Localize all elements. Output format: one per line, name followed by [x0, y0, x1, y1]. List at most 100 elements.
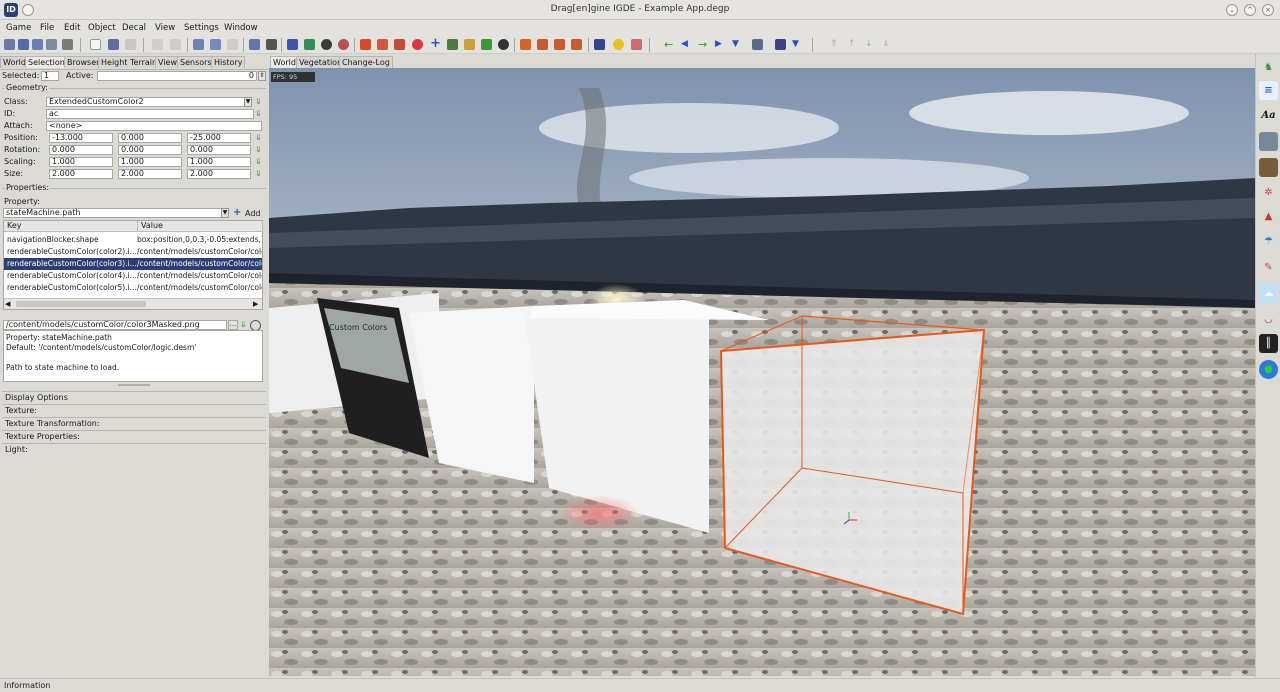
path-field[interactable]: /content/models/customColor/color3Masked… — [3, 320, 227, 330]
sky-icon[interactable]: ☂ — [1259, 232, 1278, 251]
cut-icon[interactable] — [62, 39, 73, 50]
new-file-icon[interactable] — [90, 39, 101, 50]
globe-icon[interactable]: ● — [1259, 360, 1278, 379]
add-icon[interactable]: + — [233, 207, 241, 218]
arrow-right-icon[interactable]: → — [698, 39, 709, 50]
rocket-icon[interactable]: ▲ — [1259, 207, 1278, 226]
menu-settings[interactable]: Settings — [184, 23, 219, 33]
id-field[interactable]: ac — [46, 109, 254, 119]
select-mode-icon[interactable] — [287, 39, 298, 50]
attach-field[interactable]: <none> — [46, 121, 262, 131]
open-file-icon[interactable] — [108, 39, 119, 50]
local-axis-icon[interactable] — [412, 39, 423, 50]
section-texture-transformation[interactable]: Texture Transformation: — [2, 417, 266, 429]
size-menu-icon[interactable]: ⇓ — [255, 169, 263, 179]
mute-icon[interactable] — [631, 39, 642, 50]
add-property-button[interactable]: Add — [245, 209, 261, 218]
align-center-icon[interactable] — [537, 39, 548, 50]
align-right-icon[interactable] — [554, 39, 565, 50]
delete-icon[interactable] — [266, 39, 277, 50]
class-dropdown-icon[interactable]: ▼ — [244, 97, 252, 107]
clock-icon[interactable] — [498, 39, 509, 50]
distribute-icon[interactable] — [571, 39, 582, 50]
piano-icon[interactable]: ║ — [1259, 334, 1278, 353]
navspace-icon[interactable] — [464, 39, 475, 50]
maximize-button[interactable]: ^ — [1244, 4, 1256, 16]
position-x[interactable]: -13.000 — [49, 133, 113, 143]
horizontal-scrollbar[interactable]: ◀ ▶ — [4, 298, 262, 309]
move-mode-icon[interactable] — [304, 39, 315, 50]
font-icon[interactable]: Aa — [1259, 106, 1278, 125]
active-spin[interactable]: 0 — [97, 71, 257, 81]
tab-browser[interactable]: Browser — [64, 56, 103, 68]
close-button[interactable]: × — [1262, 4, 1274, 16]
rotation-x[interactable]: 0.000 — [49, 145, 113, 155]
splitter-handle[interactable] — [118, 384, 150, 386]
undo-icon[interactable] — [152, 39, 163, 50]
id-menu-icon[interactable]: ⇓ — [255, 109, 263, 119]
open-game-icon[interactable] — [18, 39, 29, 50]
column-key[interactable]: Key — [4, 221, 138, 232]
table-row[interactable]: renderableCustomColor(color4).i.../conte… — [4, 270, 262, 282]
up-icon[interactable]: ↑ — [848, 39, 859, 50]
tab-history[interactable]: History — [211, 56, 246, 68]
rotation-menu-icon[interactable]: ⇓ — [255, 145, 263, 155]
down-arrow-icon[interactable]: ↓ — [865, 39, 876, 50]
property-combo[interactable]: stateMachine.path — [3, 208, 229, 218]
tab-vegetation[interactable]: Vegetation — [296, 56, 346, 68]
section-texture-properties[interactable]: Texture Properties: — [2, 430, 266, 442]
synthesizer-icon[interactable] — [1259, 158, 1278, 177]
menu-view[interactable]: View — [155, 23, 175, 33]
menu-edit[interactable]: Edit — [64, 23, 80, 33]
copy-icon[interactable] — [193, 39, 204, 50]
class-combo[interactable]: ExtendedCustomColor2 — [46, 97, 252, 107]
scaling-z[interactable]: 1.000 — [187, 157, 251, 167]
tab-world-view[interactable]: World — [270, 56, 299, 68]
scrollbar-thumb[interactable] — [16, 301, 146, 307]
size-y[interactable]: 2.000 — [118, 169, 182, 179]
scaling-y[interactable]: 1.000 — [118, 157, 182, 167]
vegetation-icon[interactable] — [481, 39, 492, 50]
speech-icon[interactable]: ≡ — [1259, 81, 1278, 100]
lock-y-icon[interactable] — [377, 39, 388, 50]
lock-z-icon[interactable] — [394, 39, 405, 50]
menu-file[interactable]: File — [40, 23, 54, 33]
particle-icon[interactable]: ✲ — [1259, 183, 1278, 202]
new-game-icon[interactable] — [4, 39, 15, 50]
table-row-selected[interactable]: renderableCustomColor(color3).i.../conte… — [4, 258, 262, 270]
position-menu-icon[interactable]: ⇓ — [255, 133, 263, 143]
rotation-y[interactable]: 0.000 — [118, 145, 182, 155]
walker-icon[interactable]: ♞ — [1259, 58, 1278, 77]
position-z[interactable]: -25.000 — [187, 133, 251, 143]
property-dropdown-icon[interactable]: ▼ — [221, 208, 229, 218]
tab-sensors[interactable]: Sensors — [177, 56, 215, 68]
table-row[interactable]: renderableCustomColor(color5).i.../conte… — [4, 282, 262, 294]
position-y[interactable]: 0.000 — [118, 133, 182, 143]
redo-icon[interactable] — [170, 39, 181, 50]
prev-icon[interactable]: ◀ — [681, 39, 692, 50]
table-row[interactable]: renderableCustomColor(color2).i.../conte… — [4, 246, 262, 258]
lock-x-icon[interactable] — [360, 39, 371, 50]
browse-button[interactable]: ... — [228, 320, 238, 330]
world-viewport[interactable]: Custom Colors FPS: 95 — [269, 68, 1255, 676]
drop-icon[interactable]: ▼ — [792, 39, 803, 50]
menu-decal[interactable]: Decal — [122, 23, 146, 33]
mouth-icon[interactable]: ◡ — [1259, 310, 1278, 329]
rotation-z[interactable]: 0.000 — [187, 145, 251, 155]
clouds-icon[interactable]: ☁ — [1259, 284, 1278, 303]
next-icon[interactable]: ▶ — [715, 39, 726, 50]
scroll-left-icon[interactable]: ◀ — [5, 300, 10, 308]
scaling-x[interactable]: 1.000 — [49, 157, 113, 167]
snap-icon[interactable] — [752, 39, 763, 50]
duplicate-icon[interactable] — [227, 39, 238, 50]
clone-icon[interactable] — [249, 39, 260, 50]
tab-change-log[interactable]: Change-Log — [339, 56, 393, 68]
align-left-icon[interactable] — [520, 39, 531, 50]
paste-icon[interactable] — [210, 39, 221, 50]
tab-selection[interactable]: Selection — [25, 56, 68, 68]
scale-mode-icon[interactable] — [338, 39, 349, 50]
tab-height-terrain[interactable]: Height Terrain — [98, 56, 161, 68]
size-x[interactable]: 2.000 — [49, 169, 113, 179]
magnet-icon[interactable] — [594, 39, 605, 50]
column-value[interactable]: Value — [138, 221, 263, 232]
